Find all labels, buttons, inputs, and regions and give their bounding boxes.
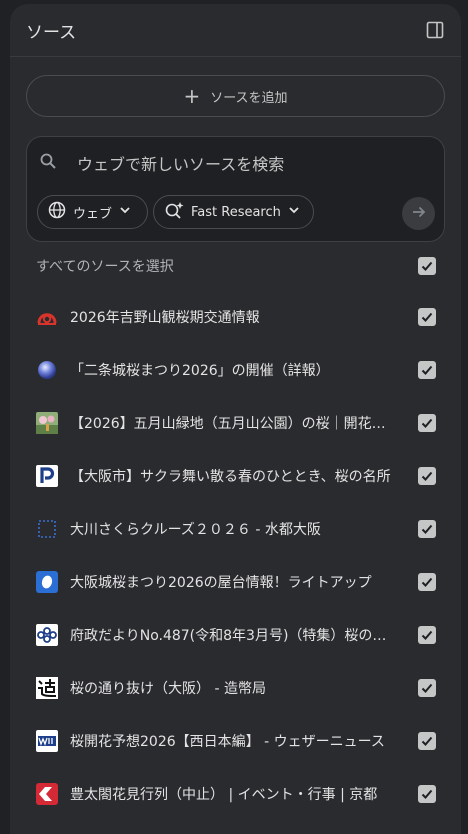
globe-sphere-icon [36, 359, 58, 381]
wni-logo-icon [36, 729, 58, 752]
select-all-checkbox[interactable] [418, 257, 436, 275]
zou-kanji-icon [36, 676, 58, 699]
source-checkbox[interactable] [418, 519, 436, 538]
source-item[interactable]: 豊太閤花見行列（中止） | イベント・行事 | 京都 [36, 767, 436, 820]
source-item[interactable]: 桜の通り抜け（大阪） - 造幣局 [36, 661, 436, 714]
source-title: 大阪城桜まつり2026の屋台情報！ライトアップ [70, 574, 372, 591]
search-row[interactable]: ウェブで新しいソースを検索 [39, 151, 284, 175]
sparkle-search-icon [164, 201, 184, 223]
source-checkbox[interactable] [418, 784, 436, 803]
source-item[interactable]: 【大阪市】サクラ舞い散る春のひととき、桜の名所 [36, 449, 436, 502]
source-item[interactable]: 桜開花予想2026【西日本編】 - ウェザーニュース [36, 714, 436, 767]
panel-header: ソース [10, 4, 461, 57]
search-icon [39, 152, 57, 174]
sources-panel: ソース + ソースを追加 ウェブで新しいソースを検索 ウェブ Fast Rese… [10, 4, 461, 834]
source-title: 豊太閤花見行列（中止） | イベント・行事 | 京都 [70, 786, 378, 803]
research-mode-label: Fast Research [191, 204, 281, 220]
source-title: 2026年吉野山観桜期交通情報 [70, 309, 260, 326]
chevron-down-icon [119, 204, 131, 220]
source-checkbox[interactable] [418, 625, 436, 644]
add-source-label: ソースを追加 [210, 90, 288, 106]
source-title: 大川さくらクルーズ２０２６ - 水都大阪 [70, 521, 321, 538]
source-item[interactable]: 2026年吉野山観桜期交通情報 [36, 290, 436, 343]
source-item[interactable]: 【2026】五月山緑地（五月山公園）の桜｜開花情報 [36, 396, 436, 449]
source-item[interactable]: 大阪城桜まつり2026の屋台情報！ライトアップ [36, 555, 436, 608]
source-title: 桜の通り抜け（大阪） - 造幣局 [70, 680, 266, 697]
research-mode-dropdown[interactable]: Fast Research [153, 195, 314, 229]
source-checkbox[interactable] [418, 360, 436, 379]
source-item[interactable]: 大川さくらクルーズ２０２６ - 水都大阪 [36, 502, 436, 555]
select-all-label: すべてのソースを選択 [36, 259, 174, 275]
osaka-emblem-icon [36, 623, 58, 646]
source-checkbox[interactable] [418, 307, 436, 326]
source-type-dropdown[interactable]: ウェブ [37, 195, 148, 229]
source-title: 桜開花予想2026【西日本編】 - ウェザーニュース [70, 733, 385, 750]
parking-p-icon [36, 464, 58, 487]
photo-thumbnail-icon [36, 411, 58, 434]
checkmark-icon [421, 261, 433, 271]
source-title: 「二条城桜まつり2026」の開催（詳報） [70, 362, 330, 379]
globe-icon [48, 201, 66, 223]
source-checkbox[interactable] [418, 466, 436, 485]
red-k-logo-icon [36, 782, 58, 805]
chevron-down-icon [288, 204, 300, 220]
source-title: 府政だよりNo.487(令和8年3月号)（特集）桜の名所 [70, 627, 396, 644]
source-checkbox[interactable] [418, 572, 436, 591]
plus-icon: + [183, 84, 201, 108]
source-checkbox[interactable] [418, 678, 436, 697]
add-source-button[interactable]: + ソースを追加 [26, 75, 445, 117]
red-arch-icon [36, 306, 58, 328]
dotted-square-icon [36, 518, 58, 540]
source-checkbox[interactable] [418, 731, 436, 750]
blue-oval-icon [36, 570, 58, 593]
toggle-panel-icon[interactable] [425, 20, 445, 40]
source-title: 【大阪市】サクラ舞い散る春のひととき、桜の名所 [70, 468, 391, 485]
source-checkbox[interactable] [418, 413, 436, 432]
panel-title: ソース [26, 22, 77, 43]
source-list: 2026年吉野山観桜期交通情報 「二条城桜まつり2026」の開催（詳報） 【20… [36, 290, 436, 820]
select-all-row: すべてのソースを選択 [36, 254, 436, 278]
web-search-box: ウェブで新しいソースを検索 ウェブ Fast Research [26, 136, 445, 242]
source-item[interactable]: 府政だよりNo.487(令和8年3月号)（特集）桜の名所 [36, 608, 436, 661]
source-type-label: ウェブ [73, 206, 113, 222]
source-item[interactable]: 「二条城桜まつり2026」の開催（詳報） [36, 343, 436, 396]
search-input[interactable]: ウェブで新しいソースを検索 [77, 151, 284, 175]
submit-search-button[interactable] [402, 197, 435, 230]
source-title: 【2026】五月山緑地（五月山公園）の桜｜開花情報 [70, 415, 396, 432]
arrow-right-icon [411, 204, 427, 224]
